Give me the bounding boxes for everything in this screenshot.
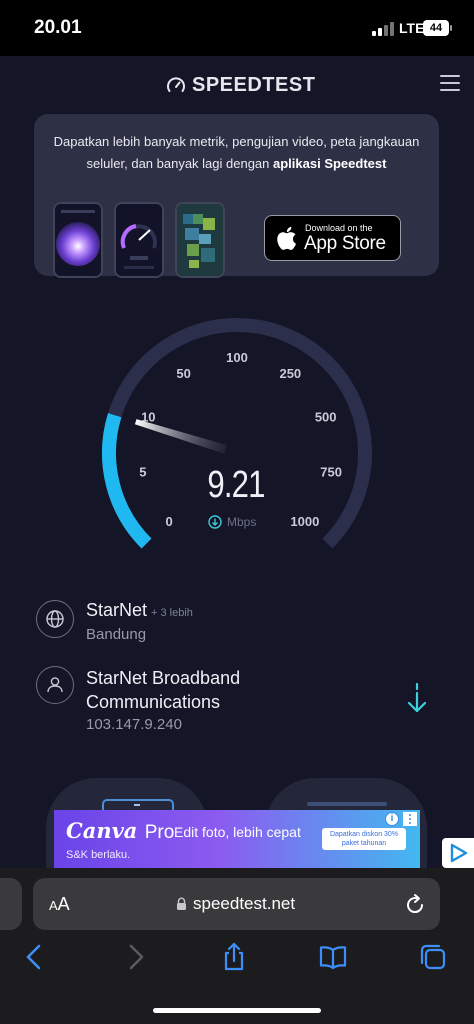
- brand-name: SPEEDTEST: [192, 74, 316, 96]
- provider-ip: 103.147.9.240: [86, 716, 182, 733]
- home-indicator: [153, 1008, 321, 1013]
- app-screenshot-1: [53, 202, 103, 278]
- forward-icon[interactable]: [120, 942, 150, 972]
- back-icon[interactable]: [20, 942, 50, 972]
- tabs-icon[interactable]: [418, 942, 448, 972]
- gauge-tick-label: 100: [226, 350, 248, 365]
- share-icon[interactable]: [219, 942, 249, 972]
- gauge-tick-label: 750: [320, 465, 342, 480]
- browser-toolbar: AA speedtest.net: [0, 868, 474, 1024]
- user-icon: [36, 666, 74, 704]
- gauge-tick-label: 5: [139, 465, 146, 480]
- hamburger-menu-icon[interactable]: [440, 75, 460, 91]
- signal-icon: [372, 22, 396, 36]
- provider-name: StarNet Broadband Communications: [86, 668, 241, 712]
- apple-icon: [277, 226, 296, 250]
- gauge-tick-label: 500: [315, 409, 337, 424]
- provider-info: StarNet Broadband Communications 103.147…: [36, 666, 336, 746]
- gauge-needle-shape: [134, 419, 227, 454]
- gauge-tick-label: 250: [279, 366, 301, 381]
- promo-text-bold: aplikasi Speedtest: [273, 156, 387, 171]
- network-type: LTE: [399, 20, 425, 36]
- ad-offer-line1: Dapatkan diskon 30%: [329, 831, 399, 838]
- ad-brand: Canva Pro: [66, 818, 174, 844]
- app-store-button[interactable]: Download on the App Store: [264, 215, 401, 261]
- download-circle-icon: [208, 515, 222, 529]
- reload-icon[interactable]: [404, 892, 426, 916]
- canva-ad-banner[interactable]: Canva Pro S&K berlaku. Edit foto, lebih …: [54, 810, 420, 868]
- ad-headline: Edit foto, lebih cepat: [174, 824, 301, 840]
- bookmarks-icon[interactable]: [318, 942, 348, 972]
- speedometer-icon: [167, 76, 185, 92]
- server-name-line: StarNet + 3 lebih: [86, 600, 193, 621]
- status-bar: 20.01 LTE 44: [0, 0, 474, 56]
- promo-text: Dapatkan lebih banyak metrik, pengujian …: [48, 131, 425, 175]
- globe-icon: [36, 600, 74, 638]
- web-page: SPEEDTEST Dapatkan lebih banyak metrik, …: [0, 56, 474, 868]
- ad-brand-name: Canva: [66, 818, 138, 843]
- appstore-title: App Store: [304, 233, 386, 254]
- text-size-big: A: [57, 894, 70, 914]
- server-name: StarNet: [86, 600, 148, 620]
- speed-gauge: 0510501002505007501000: [102, 318, 372, 549]
- gauge-needle: [134, 419, 227, 454]
- gauge-tick-label: 50: [176, 366, 190, 381]
- app-screenshot-2: [114, 202, 164, 278]
- adchoices-icon[interactable]: [442, 838, 474, 868]
- speed-value: 9.21: [207, 464, 265, 506]
- unit-label: Mbps: [227, 515, 257, 529]
- gauge-tick-label: 0: [166, 514, 173, 529]
- previous-tab[interactable]: [0, 878, 22, 930]
- lock-icon: [177, 897, 186, 910]
- app-screenshot-3: [175, 202, 225, 278]
- ad-more-icon[interactable]: [403, 812, 417, 826]
- gauge-tick-label: 1000: [290, 514, 319, 529]
- speed-unit: Mbps: [208, 515, 256, 529]
- address-bar[interactable]: AA speedtest.net: [33, 878, 440, 930]
- ad-info-icon[interactable]: i: [385, 812, 399, 826]
- download-arrow-icon: [407, 682, 427, 713]
- text-size-button[interactable]: AA: [49, 894, 70, 915]
- server-info[interactable]: StarNet + 3 lebih Bandung: [36, 600, 316, 650]
- text-size-small: A: [49, 898, 58, 913]
- url-text: speedtest.net: [193, 894, 296, 913]
- server-more[interactable]: + 3 lebih: [151, 607, 193, 619]
- ad-offer-line2: paket tahunan: [341, 840, 387, 847]
- battery-icon: 44: [423, 20, 452, 36]
- ad-offer-badge: Dapatkan diskon 30% paket tahunan: [322, 828, 406, 850]
- status-time: 20.01: [34, 17, 82, 38]
- ad-terms: S&K berlaku.: [66, 849, 131, 861]
- speedtest-logo[interactable]: SPEEDTEST: [166, 74, 315, 97]
- appstore-caption: Download on the: [305, 223, 373, 233]
- ad-brand-suffix: Pro: [144, 822, 175, 843]
- server-location: Bandung: [86, 626, 147, 643]
